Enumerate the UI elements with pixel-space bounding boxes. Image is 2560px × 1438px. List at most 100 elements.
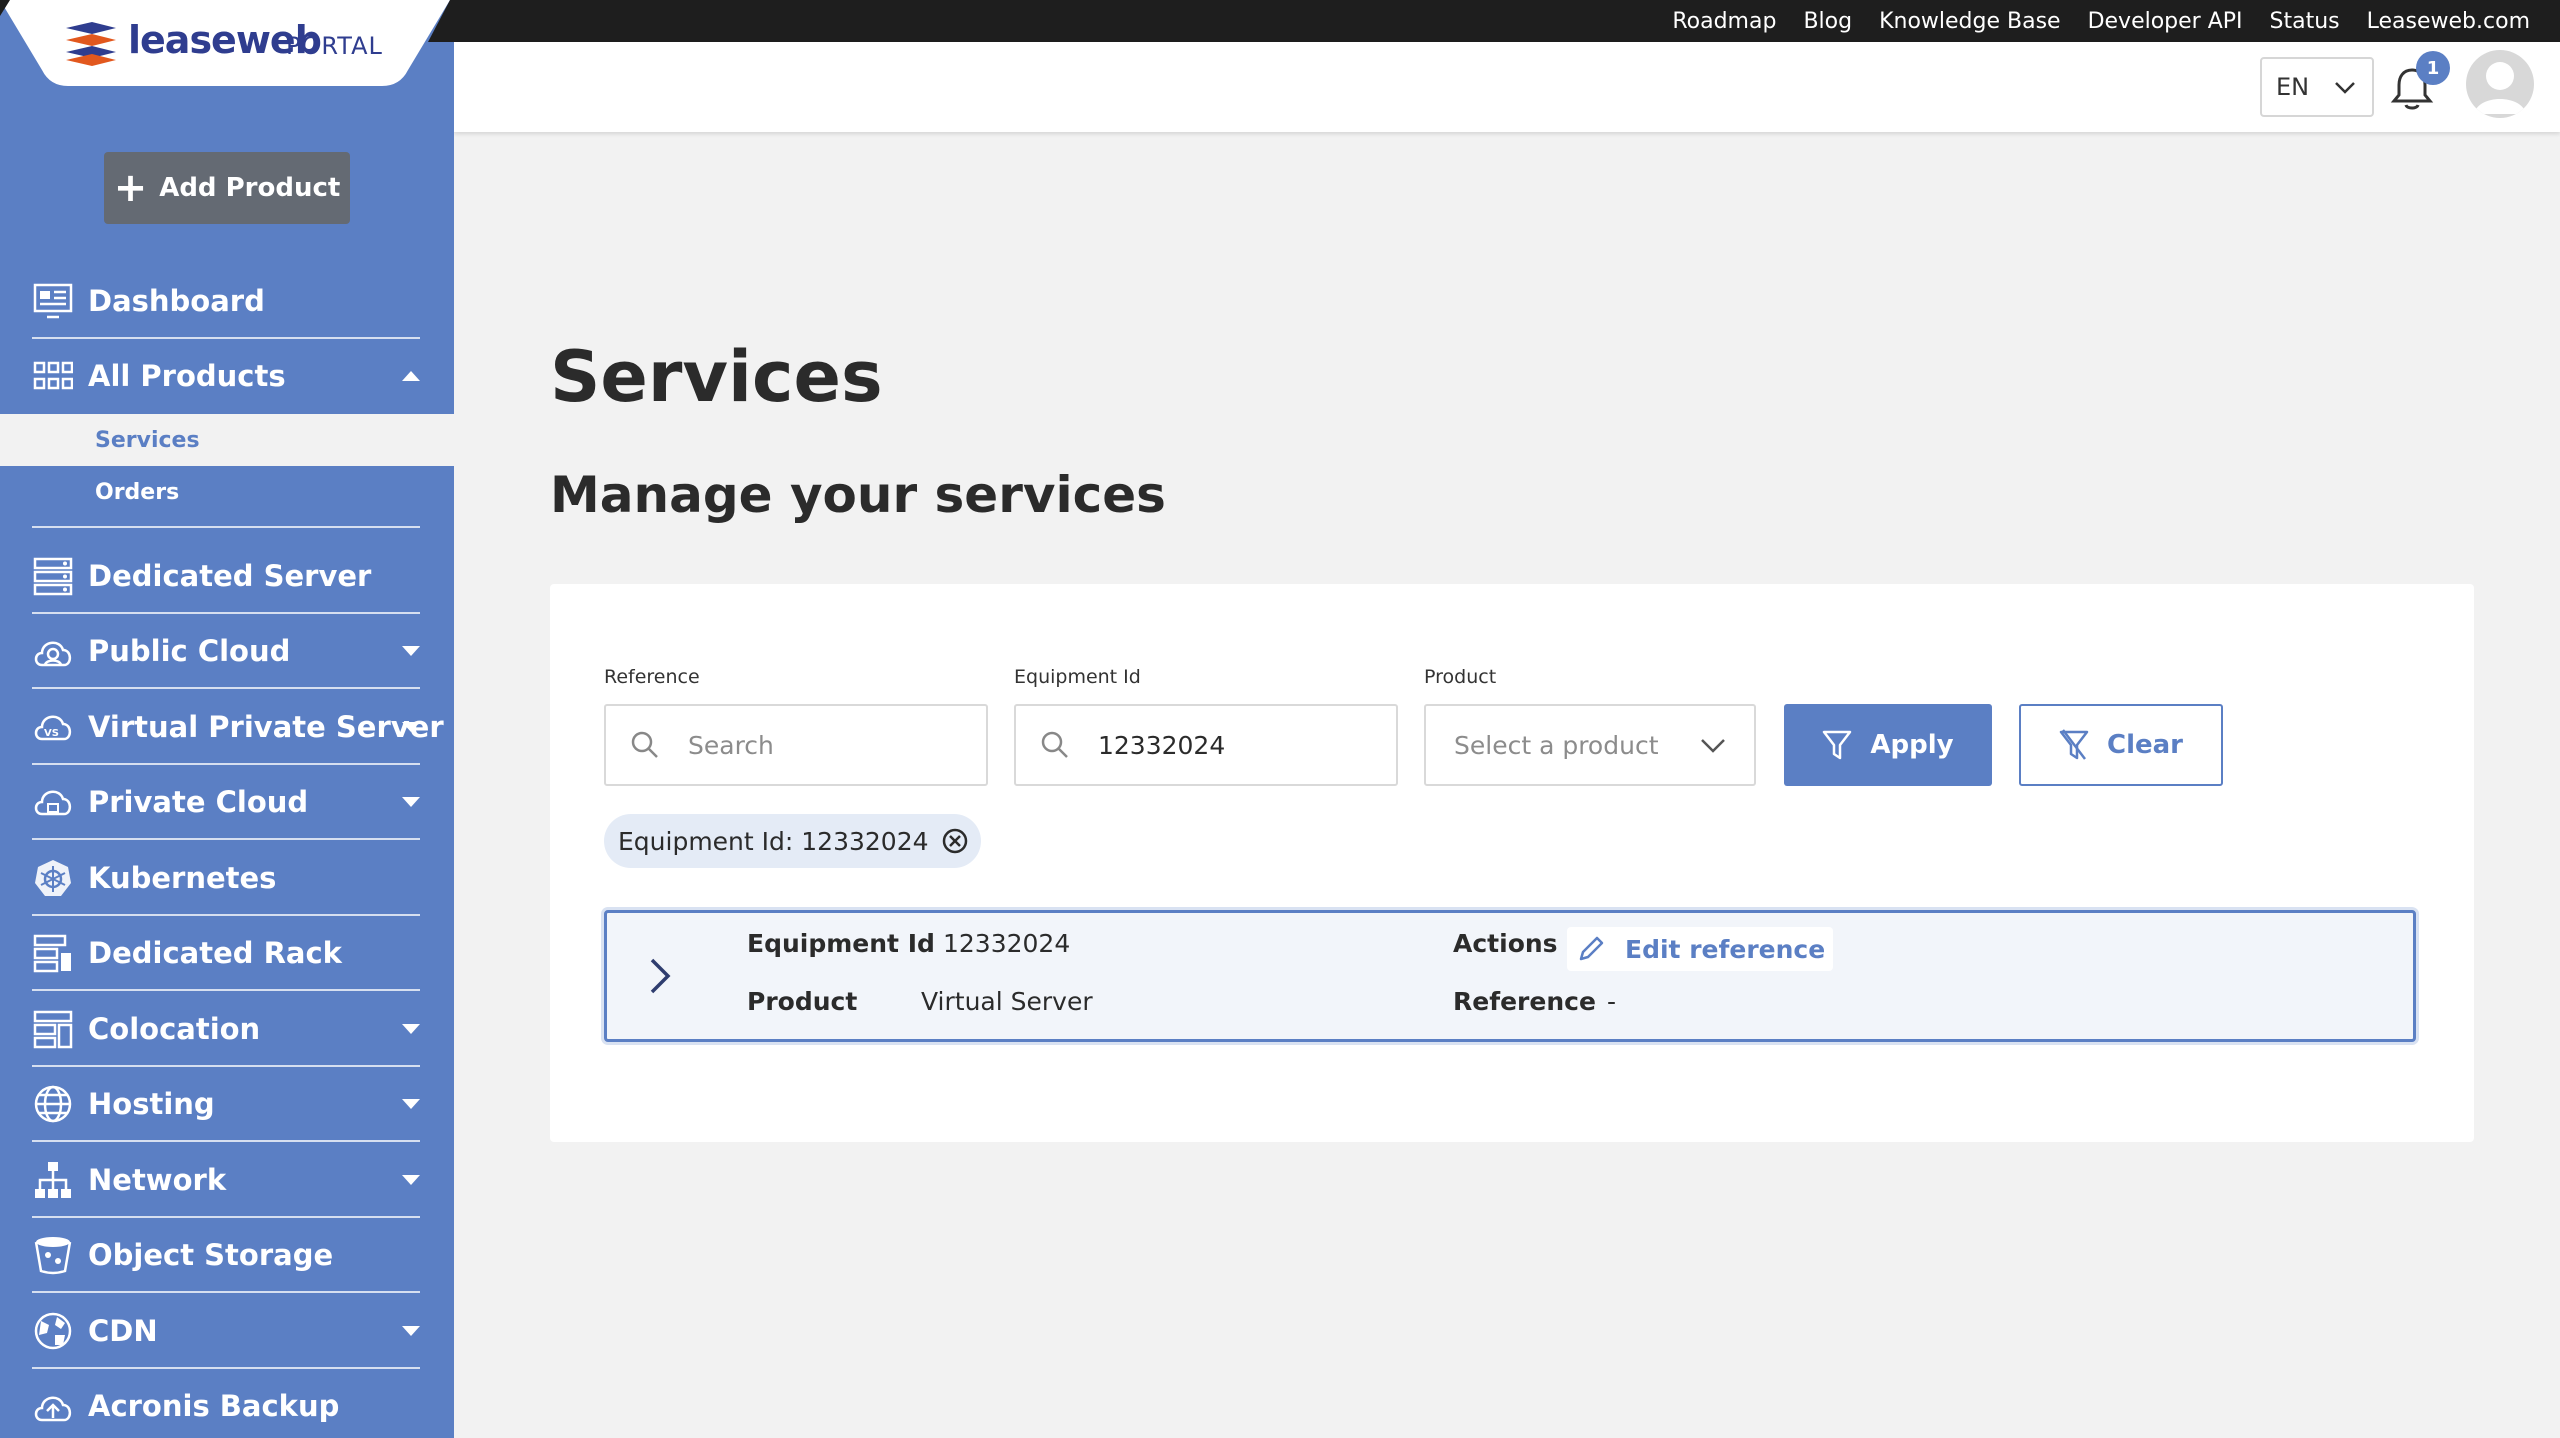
caret-up-icon: [402, 371, 420, 382]
status-link[interactable]: Status: [2270, 9, 2340, 34]
sidebar-item-label: CDN: [88, 1313, 158, 1348]
sidebar-item-all-products[interactable]: All Products: [0, 339, 454, 415]
add-product-label: Add Product: [159, 173, 341, 203]
sidebar-item-label: Private Cloud: [88, 785, 309, 820]
caret-down-icon: [402, 1174, 420, 1185]
active-filter-chip: Equipment Id: 12332024: [604, 814, 981, 868]
logo-tab[interactable]: leaseweb PORTAL: [0, 0, 454, 88]
blog-link[interactable]: Blog: [1803, 9, 1852, 34]
product-select[interactable]: Select a product: [1424, 704, 1756, 786]
sidebar-item-label: Kubernetes: [88, 860, 277, 895]
sidebar-item-public-cloud[interactable]: Public Cloud: [0, 614, 454, 690]
notification-badge[interactable]: 1: [2416, 51, 2450, 85]
kubernetes-icon: [32, 857, 74, 899]
sidebar-item-colocation[interactable]: Colocation: [0, 991, 454, 1067]
apply-button[interactable]: Apply: [1784, 704, 1992, 786]
equipment-id-value: 12332024: [1098, 730, 1226, 760]
edit-reference-button[interactable]: Edit reference: [1567, 927, 1834, 971]
sidebar-item-label: All Products: [88, 359, 286, 394]
knowledge-base-link[interactable]: Knowledge Base: [1879, 9, 2061, 34]
sidebar: leaseweb PORTAL + Add Product Dashboard …: [0, 0, 454, 1438]
sidebar-item-hosting[interactable]: Hosting: [0, 1067, 454, 1143]
user-icon: [2474, 62, 2526, 114]
sidebar-item-acronis-backup[interactable]: Acronis Backup: [0, 1369, 454, 1438]
private-cloud-icon: [32, 781, 74, 823]
equipment-id-cell: 12332024: [943, 929, 1071, 958]
chip-label: Equipment Id: 12332024: [618, 826, 929, 856]
language-select[interactable]: EN: [2260, 57, 2374, 117]
sidebar-item-private-cloud[interactable]: Private Cloud: [0, 765, 454, 841]
plus-icon: +: [113, 165, 148, 211]
services-card: Reference Search Equipment Id 12332024 P…: [550, 584, 2474, 1142]
network-icon: [32, 1159, 74, 1201]
reference-search-input[interactable]: Search: [604, 704, 988, 786]
sidebar-item-label: Dedicated Rack: [88, 936, 342, 971]
developer-api-link[interactable]: Developer API: [2088, 9, 2243, 34]
leaseweb-com-link[interactable]: Leaseweb.com: [2367, 9, 2530, 34]
reference-cell: -: [1607, 987, 1617, 1016]
sidebar-item-dedicated-rack[interactable]: Dedicated Rack: [0, 916, 454, 992]
reference-placeholder: Search: [688, 730, 774, 760]
leaseweb-logo-icon: [66, 22, 116, 66]
backup-icon: [32, 1385, 74, 1427]
cdn-icon: [32, 1310, 74, 1352]
sidebar-item-label: Colocation: [88, 1011, 261, 1046]
filter-icon: [1823, 730, 1852, 760]
caret-down-icon: [402, 1023, 420, 1034]
reference-key: Reference: [1453, 987, 1596, 1016]
svg-text:VS: VS: [44, 728, 59, 739]
chevron-down-icon: [1701, 739, 1725, 753]
sidebar-item-kubernetes[interactable]: Kubernetes: [0, 840, 454, 916]
add-product-button[interactable]: + Add Product: [104, 152, 350, 224]
sidebar-item-label: Dedicated Server: [88, 558, 372, 593]
colocation-icon: [32, 1008, 74, 1050]
dashboard-icon: [32, 280, 74, 322]
sidebar-item-label: Object Storage: [88, 1238, 334, 1273]
close-circle-icon[interactable]: [941, 827, 969, 855]
sidebar-item-network[interactable]: Network: [0, 1142, 454, 1218]
sidebar-subitem-orders[interactable]: Orders: [0, 466, 454, 528]
rack-icon: [32, 932, 74, 974]
search-icon: [1041, 731, 1068, 758]
search-icon: [631, 731, 658, 758]
clear-button[interactable]: Clear: [2019, 704, 2223, 786]
reference-label: Reference: [604, 666, 700, 688]
chevron-down-icon: [2335, 82, 2355, 94]
sidebar-item-virtual-private-server[interactable]: VS Virtual Private Server: [0, 689, 454, 765]
vps-icon: VS: [32, 706, 74, 748]
sidebar-item-object-storage[interactable]: Object Storage: [0, 1218, 454, 1294]
pencil-icon: [1579, 936, 1604, 961]
product-cell: Virtual Server: [921, 987, 1093, 1016]
bucket-icon: [32, 1234, 74, 1276]
sidebar-item-dashboard[interactable]: Dashboard: [0, 263, 454, 339]
caret-down-icon: [402, 646, 420, 657]
equipment-id-label: Equipment Id: [1014, 666, 1141, 688]
caret-down-icon: [402, 1099, 420, 1110]
actions-key: Actions: [1453, 929, 1558, 958]
language-value: EN: [2276, 73, 2310, 101]
product-key: Product: [747, 987, 858, 1016]
logo-portal: PORTAL: [286, 32, 383, 60]
sidebar-item-label: Public Cloud: [88, 634, 291, 669]
sidebar-nav: Dashboard All Products Services Orders D…: [0, 263, 454, 1438]
service-row[interactable]: Equipment Id 12332024 Product Virtual Se…: [604, 910, 2416, 1042]
public-cloud-icon: [32, 630, 74, 672]
sidebar-item-label: Acronis Backup: [88, 1389, 340, 1424]
sidebar-item-cdn[interactable]: CDN: [0, 1293, 454, 1369]
roadmap-link[interactable]: Roadmap: [1672, 9, 1776, 34]
avatar[interactable]: [2466, 50, 2534, 118]
clear-filter-icon: [2059, 729, 2089, 760]
header-bar: EN 1: [454, 42, 2560, 132]
page-subtitle: Manage your services: [550, 466, 1166, 524]
server-icon: [32, 555, 74, 597]
sidebar-subitem-services[interactable]: Services: [0, 414, 454, 466]
subnav-spacer: [0, 518, 454, 538]
caret-down-icon: [402, 721, 420, 732]
edit-reference-label: Edit reference: [1625, 934, 1826, 964]
page-title: Services: [550, 336, 883, 418]
chevron-right-icon[interactable]: [649, 957, 671, 995]
equipment-id-input[interactable]: 12332024: [1014, 704, 1398, 786]
grid-icon: [32, 355, 74, 397]
sidebar-item-dedicated-server[interactable]: Dedicated Server: [0, 538, 454, 614]
globe-icon: [32, 1083, 74, 1125]
